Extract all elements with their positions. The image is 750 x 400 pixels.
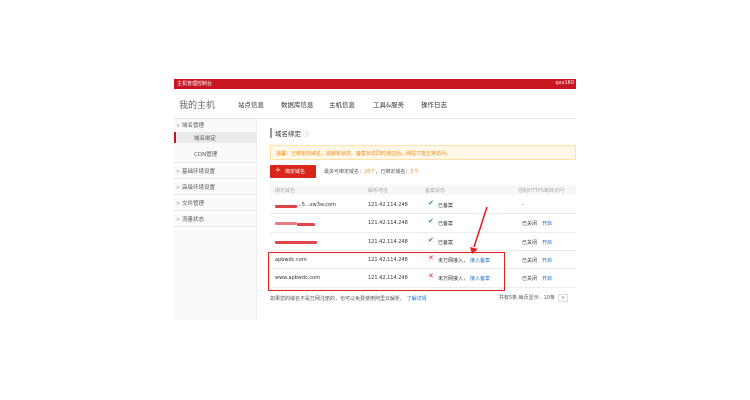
sidebar-item-label: 域名绑定: [194, 136, 217, 142]
chevron-right-icon: >: [175, 201, 181, 207]
pagination: 共有5条,每页显示：10条 «: [499, 294, 568, 302]
sidebar-item-label: 域名管理: [182, 123, 205, 129]
https-cell: 已关闭: [522, 221, 538, 227]
info-icon[interactable]: ⓘ: [303, 130, 310, 138]
sidebar-item-traffic-status[interactable]: > 流量状态: [174, 215, 257, 227]
sidebar-item-domain-binding[interactable]: 域名绑定: [174, 132, 257, 143]
row-divider: [270, 250, 576, 251]
https-cell: 已关闭: [522, 258, 538, 264]
pagination-total: 共有5条,每页显示：: [498, 295, 544, 301]
check-icon: ✔: [428, 236, 434, 244]
sidebar-item-domain-management[interactable]: ∨ 域名管理: [174, 121, 257, 131]
nav-operation-log[interactable]: 操作日志: [421, 99, 447, 109]
ip-cell: 121.42.114.248: [368, 239, 408, 245]
limit-label: 最多可绑定域名：: [324, 169, 365, 175]
col-domain: 绑定域名: [275, 188, 296, 194]
enable-https-link[interactable]: 开启: [542, 239, 552, 246]
brand-title[interactable]: 我的主机: [179, 98, 215, 111]
bound-count: 5个: [410, 169, 419, 175]
sidebar-item-label: 基础环境设置: [182, 169, 216, 175]
nav-site-info[interactable]: 站点信息: [238, 99, 264, 109]
page-title-text: 域名绑定: [275, 130, 301, 138]
learn-more-link[interactable]: 了解详情: [407, 296, 427, 302]
bound-label: ，已绑定域名：: [375, 169, 411, 175]
sidebar-item-cdn[interactable]: CDN管理: [174, 150, 257, 163]
redaction-mark: [275, 205, 297, 208]
https-cell: 已关闭: [522, 240, 538, 246]
sidebar-item-label: 流量状态: [182, 217, 205, 223]
https-cell: 已关闭: [522, 276, 538, 282]
chevron-right-icon: >: [175, 169, 181, 175]
limit-max: 20个: [364, 169, 376, 175]
sidebar-item-label: 高级环境设置: [182, 185, 216, 191]
enable-https-link[interactable]: 开启: [542, 220, 552, 227]
notice-text: 温馨：已绑定的域名，需解析状态、备案状态同时通过后，网站才能正常访问。: [276, 151, 452, 157]
nav-tools-services[interactable]: 工具&服务: [373, 99, 404, 109]
footer-note: 如果您的域名不是万网注册的，也可以免费使用阿里云解析。 了解详情: [270, 295, 427, 302]
page-size-select[interactable]: 10条: [544, 295, 555, 301]
status-cell: 已备案: [438, 221, 454, 227]
chevron-down-icon: ∨: [175, 123, 181, 129]
ip-cell: 121.42.114.248: [368, 202, 408, 208]
footer-text: 如果您的域名不是万网注册的，也可以免费使用阿里云解析。: [270, 296, 406, 302]
status-cell: 已备案: [438, 203, 454, 209]
col-ip: 解析地址: [368, 188, 389, 194]
check-icon: ✔: [428, 217, 434, 225]
chevron-right-icon: >: [175, 185, 181, 191]
check-icon: ✔: [428, 199, 434, 207]
row-divider: [270, 213, 576, 214]
page-title: 域名绑定 ⓘ: [270, 128, 310, 138]
chevron-right-icon: >: [175, 217, 181, 223]
nav-database-info[interactable]: 数据库信息: [281, 99, 314, 109]
domain-limit-info: 最多可绑定域名：20个，已绑定域名：5个: [324, 168, 419, 175]
redaction-mark: [275, 241, 317, 244]
sidebar-item-advanced-env[interactable]: > 高级环境设置: [174, 183, 257, 195]
table-header: 绑定域名 解析地址 备案状态 强制HTTPS跳转访问: [270, 185, 576, 195]
title-bar: 主机管理控制台 qxx160: [174, 79, 576, 89]
user-name[interactable]: qxx160: [555, 80, 574, 86]
sidebar-item-basic-env[interactable]: > 基础环境设置: [174, 167, 257, 179]
enable-https-link[interactable]: 开启: [542, 275, 552, 282]
sidebar: ∨ 域名管理 域名绑定 CDN管理 > 基础环境设置 > 高级环境设置 > 文件管理 >…: [174, 119, 257, 320]
domain-cell: ...5...xw3w.com: [297, 202, 336, 208]
prev-page-button[interactable]: «: [558, 294, 568, 302]
bind-domain-button[interactable]: + 绑定域名: [270, 165, 316, 178]
window-title: 主机管理控制台: [177, 81, 213, 87]
notice-banner: 温馨：已绑定的域名，需解析状态、备案状态同时通过后，网站才能正常访问。: [270, 145, 576, 160]
top-nav: 我的主机 站点信息 数据库信息 主机信息 工具&服务 操作日志: [174, 89, 576, 119]
https-cell: -: [522, 202, 524, 208]
col-https: 强制HTTPS跳转访问: [518, 188, 564, 194]
col-record-status: 备案状态: [425, 188, 446, 194]
status-cell: 已备案: [438, 240, 454, 246]
redaction-mark: [297, 223, 315, 226]
sidebar-item-label: 文件管理: [182, 201, 205, 207]
screenshot-stage: 主机管理控制台 qxx160 我的主机 站点信息 数据库信息 主机信息 工具&服…: [0, 0, 750, 400]
highlight-box: [268, 252, 505, 291]
annotation-arrow-icon: [470, 206, 488, 254]
row-divider: [270, 232, 576, 233]
enable-https-link[interactable]: 开启: [542, 257, 552, 264]
ip-cell: 121.42.114.248: [368, 220, 408, 226]
redaction-mark: [275, 222, 297, 225]
sidebar-item-label: CDN管理: [194, 152, 218, 158]
bind-domain-label: 绑定域名: [285, 169, 306, 175]
nav-host-info[interactable]: 主机信息: [329, 99, 355, 109]
sidebar-item-file-management[interactable]: > 文件管理: [174, 199, 257, 211]
plus-icon: +: [275, 166, 281, 174]
